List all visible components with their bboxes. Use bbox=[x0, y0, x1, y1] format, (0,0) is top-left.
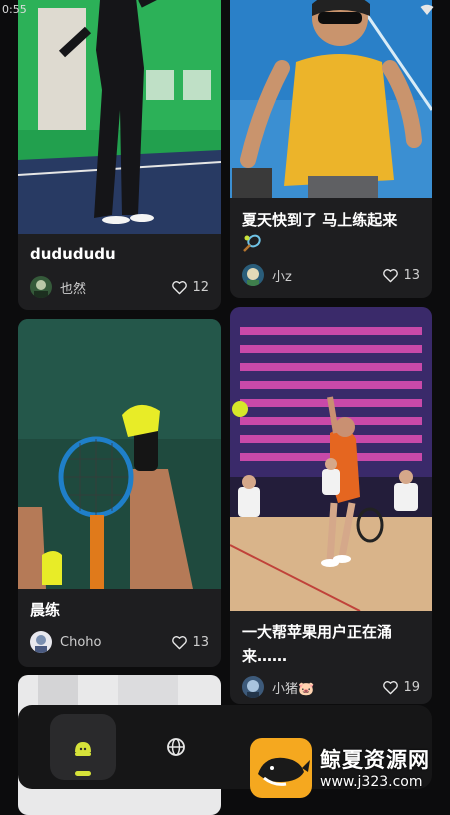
tennis-racket-emoji-icon bbox=[243, 234, 261, 252]
avatar[interactable] bbox=[242, 264, 264, 286]
post-card-dudududu[interactable]: dudududu 也然 12 bbox=[18, 0, 221, 310]
watermark-name: 鲸夏资源网 bbox=[320, 748, 430, 772]
post-card-summer[interactable]: 夏天快到了 马上练起来 小z 13 bbox=[230, 0, 432, 298]
heart-icon bbox=[383, 680, 399, 694]
like-button[interactable]: 13 bbox=[171, 635, 209, 650]
like-count: 13 bbox=[192, 634, 209, 650]
heart-icon bbox=[172, 280, 188, 294]
like-count: 19 bbox=[403, 679, 420, 695]
post-title[interactable]: 夏天快到了 马上练起来 bbox=[242, 208, 420, 232]
avatar[interactable] bbox=[30, 276, 52, 298]
heart-icon bbox=[383, 268, 399, 282]
post-meta: Choho 13 bbox=[30, 631, 209, 653]
post-title[interactable]: 晨练 bbox=[30, 598, 209, 622]
post-photo[interactable] bbox=[230, 0, 432, 198]
post-meta: 也然 12 bbox=[30, 276, 209, 298]
like-button[interactable]: 12 bbox=[171, 280, 209, 295]
whale-logo-icon bbox=[250, 738, 312, 798]
like-button[interactable]: 19 bbox=[382, 680, 420, 695]
post-card-morning[interactable]: 晨练 Choho 13 bbox=[18, 319, 221, 667]
post-photo[interactable] bbox=[18, 319, 221, 589]
nav-home-tab[interactable] bbox=[50, 714, 116, 780]
like-count: 13 bbox=[403, 267, 420, 283]
like-button[interactable]: 13 bbox=[382, 268, 420, 283]
globe-icon[interactable] bbox=[166, 737, 186, 757]
status-time: 0:55 bbox=[2, 3, 27, 16]
home-icon bbox=[75, 742, 91, 776]
post-photo[interactable] bbox=[18, 0, 221, 234]
post-card-apple-users[interactable]: 一大帮苹果用户正在涌来…… 小猪🐷 19 bbox=[230, 307, 432, 704]
wifi-icon bbox=[420, 4, 434, 15]
avatar[interactable] bbox=[242, 676, 264, 698]
post-title[interactable]: dudududu bbox=[30, 242, 209, 266]
avatar[interactable] bbox=[30, 631, 52, 653]
post-meta: 小猪🐷 19 bbox=[242, 676, 420, 698]
watermark-url: www.j323.com bbox=[320, 774, 423, 790]
post-author[interactable]: 小z bbox=[272, 266, 382, 285]
post-photo[interactable] bbox=[230, 307, 432, 611]
like-count: 12 bbox=[192, 279, 209, 295]
post-author[interactable]: Choho bbox=[60, 635, 171, 650]
watermark: 鲸夏资源网 www.j323.com bbox=[250, 738, 450, 800]
post-author[interactable]: 也然 bbox=[60, 278, 171, 297]
heart-icon bbox=[172, 635, 188, 649]
post-meta: 小z 13 bbox=[242, 264, 420, 286]
post-title[interactable]: 一大帮苹果用户正在涌来…… bbox=[242, 620, 420, 668]
post-author[interactable]: 小猪🐷 bbox=[272, 678, 382, 697]
status-bar: 0:55 bbox=[0, 0, 450, 22]
